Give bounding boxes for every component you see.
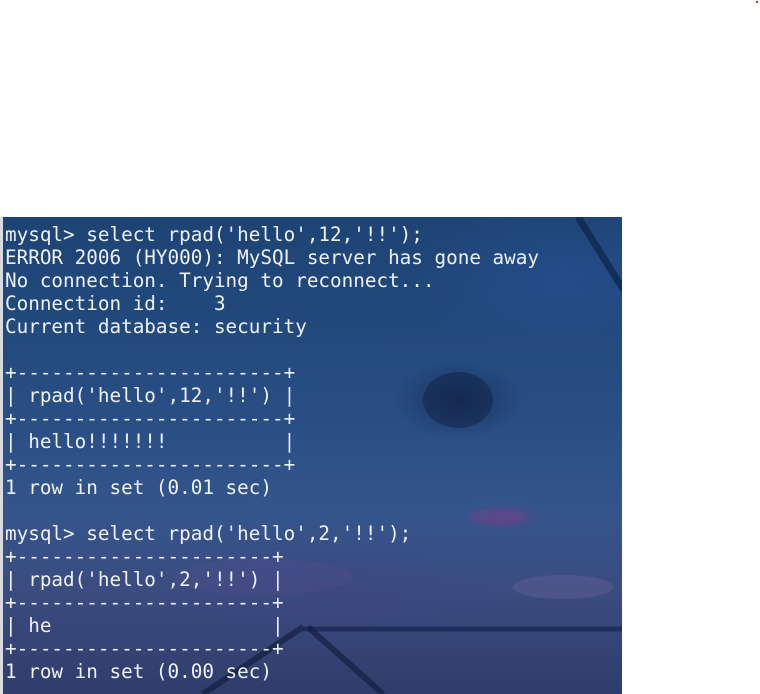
terminal-line: +-----------------------+ (5, 361, 296, 384)
terminal-line: | rpad('hello',2,'!!') | (5, 568, 284, 591)
screenshot-page: mysql> select rpad('hello',12,'!!'); ERRO… (0, 0, 760, 694)
terminal-line: | rpad('hello',12,'!!') | (5, 384, 296, 407)
terminal-line: Connection id: 3 (5, 292, 226, 315)
terminal-line: +----------------------+ (5, 545, 284, 568)
terminal-line: 1 row in set (0.01 sec) (5, 476, 272, 499)
terminal-line: +-----------------------+ (5, 407, 296, 430)
terminal-line: 1 row in set (0.00 sec) (5, 660, 272, 683)
terminal-line: | he | (5, 614, 284, 637)
terminal-line: No connection. Trying to reconnect... (5, 269, 435, 292)
terminal-line: Current database: security (5, 315, 307, 338)
terminal-line: mysql> select rpad('hello',12,'!!'); (5, 223, 423, 246)
terminal-line: | hello!!!!!!! | (5, 430, 296, 453)
terminal-line: +----------------------+ (5, 637, 284, 660)
stray-pixel (756, 1, 758, 3)
terminal-line: ERROR 2006 (HY000): MySQL server has gon… (5, 246, 539, 269)
terminal-line: mysql> select rpad('hello',2,'!!'); (5, 522, 412, 545)
terminal-line: +----------------------+ (5, 591, 284, 614)
mysql-terminal-window[interactable]: mysql> select rpad('hello',12,'!!'); ERRO… (0, 217, 622, 694)
terminal-output[interactable]: mysql> select rpad('hello',12,'!!'); ERRO… (5, 223, 539, 683)
terminal-line: +-----------------------+ (5, 453, 296, 476)
